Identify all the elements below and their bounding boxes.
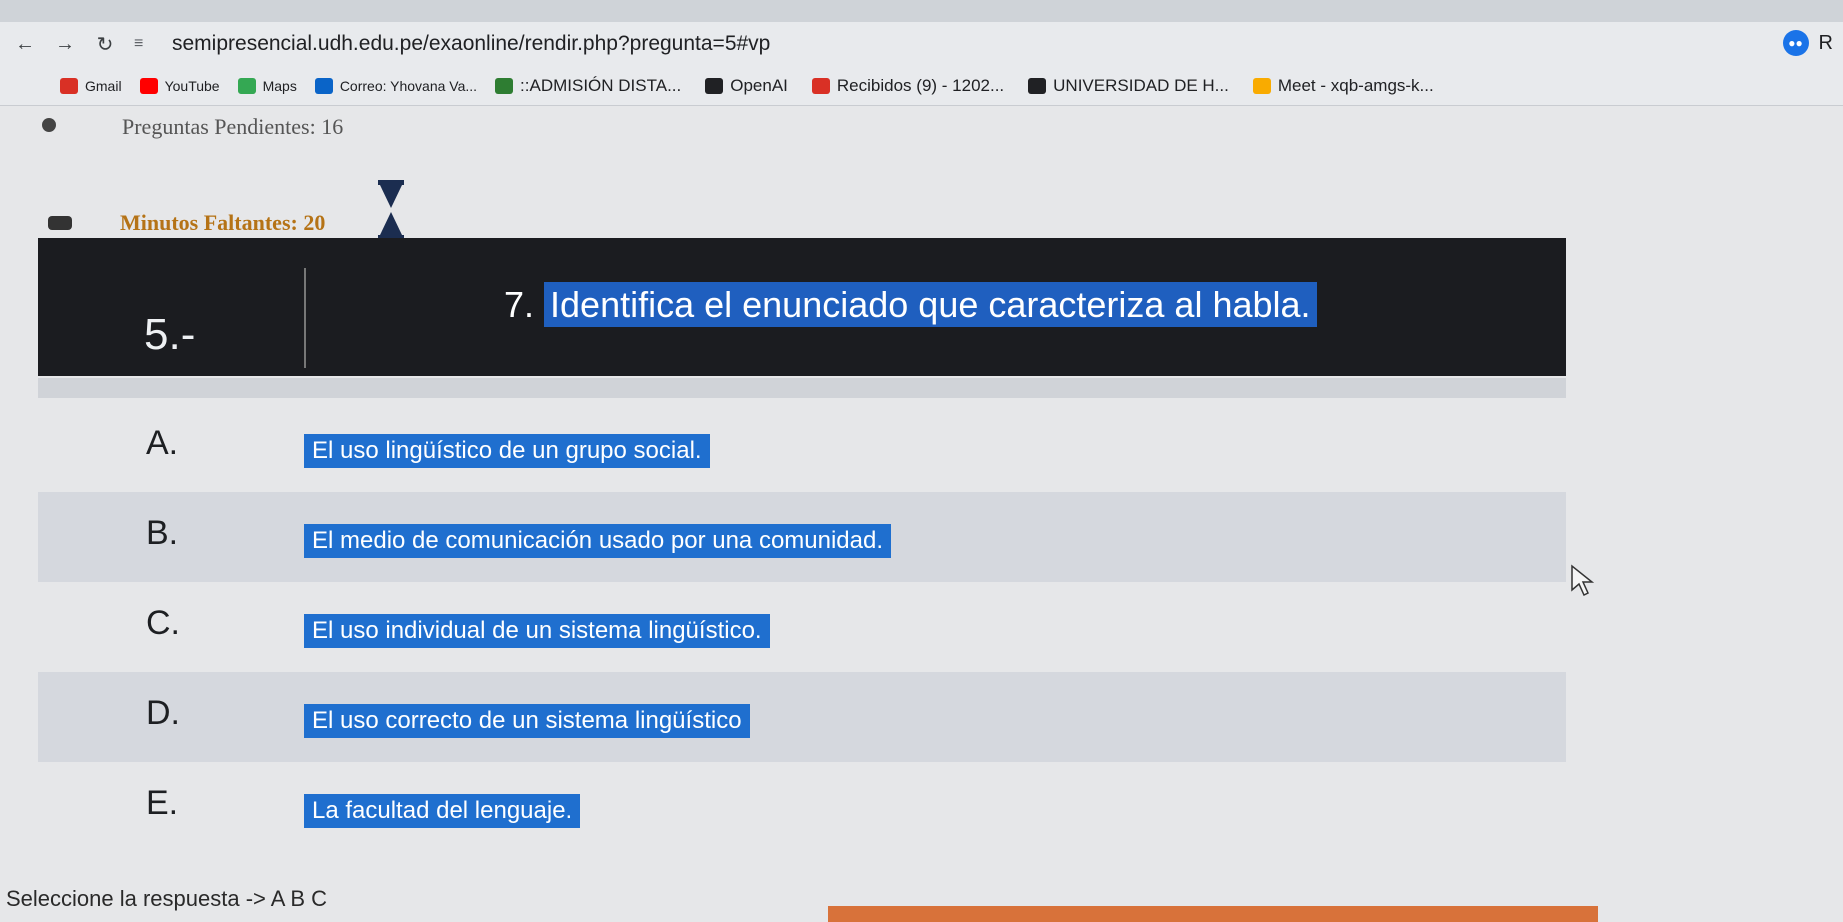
bookmark-favicon-icon <box>705 77 724 94</box>
timer-badge-icon <box>48 216 72 230</box>
address-bar[interactable]: ≡ semipresencial.udh.edu.pe/exaonline/re… <box>134 28 770 60</box>
answer-option[interactable]: B. El medio de comunicación usado por una… <box>38 492 1566 582</box>
option-text: El uso lingüístico de un grupo social. <box>304 434 710 468</box>
question-text: 7. Identifica el enunciado que caracteri… <box>500 280 1327 330</box>
pending-questions: Preguntas Pendientes: 16 <box>42 114 344 140</box>
bookmark-item[interactable]: OpenAI <box>705 76 788 96</box>
bookmark-label: Correo: Yhovana Va... <box>339 77 478 94</box>
option-text: El uso individual de un sistema lingüíst… <box>304 614 770 648</box>
option-text: El uso correcto de un sistema lingüístic… <box>304 704 750 738</box>
profile-icon[interactable]: ●● <box>1782 30 1809 56</box>
site-info-icon[interactable]: ≡ <box>134 35 158 53</box>
tab-strip <box>0 0 1843 22</box>
answer-option[interactable]: C. El uso individual de un sistema lingüí… <box>38 582 1566 672</box>
bookmark-favicon-icon <box>495 77 514 94</box>
bookmark-label: ::ADMISIÓN DISTA... <box>520 75 682 95</box>
bookmark-favicon-icon <box>1252 77 1271 94</box>
bookmark-label: Recibidos (9) - 1202... <box>836 75 1005 95</box>
exam-page: Preguntas Pendientes: 16 Minutos Faltant… <box>0 106 1843 922</box>
url-text: semipresencial.udh.edu.pe/exaonline/rend… <box>172 32 771 55</box>
answer-option[interactable]: D. El uso correcto de un sistema lingüíst… <box>38 672 1566 762</box>
mouse-cursor-icon <box>1571 564 1595 597</box>
bookmark-item[interactable]: ::ADMISIÓN DISTA... <box>495 76 681 96</box>
reload-icon[interactable]: ↻ <box>90 29 120 59</box>
answer-option[interactable]: A. El uso lingüístico de un grupo social. <box>38 402 1566 492</box>
back-icon[interactable]: ← <box>10 29 40 59</box>
pending-icon <box>42 118 56 132</box>
option-letter: C. <box>146 604 180 642</box>
question-divider <box>38 378 1566 398</box>
bookmark-label: OpenAI <box>730 75 788 95</box>
browser-toolbar: ← → ↻ ≡ semipresencial.udh.edu.pe/exaonl… <box>0 22 1843 66</box>
toolbar-right: ●● R <box>1782 30 1833 56</box>
question-bar: 5.- 7. Identifica el enunciado que carac… <box>38 238 1566 376</box>
bookmark-label: YouTube <box>164 77 220 94</box>
hourglass-icon <box>378 180 404 240</box>
bookmarks-bar: Gmail YouTube Maps Correo: Yhovana Va...::A… <box>0 66 1843 106</box>
option-letter: A. <box>146 424 179 462</box>
submit-bar[interactable] <box>828 906 1598 922</box>
option-letter: E. <box>146 784 179 822</box>
question-number-box: 5.- <box>38 268 306 368</box>
bookmark-label: Gmail <box>85 77 122 94</box>
bookmark-item[interactable]: Correo: Yhovana Va... <box>314 77 478 94</box>
bookmark-label: Maps <box>262 77 297 94</box>
pending-label: Preguntas Pendientes: 16 <box>122 114 344 139</box>
bookmark-item[interactable]: Maps <box>237 77 297 94</box>
answer-option[interactable]: E. La facultad del lenguaje. <box>38 762 1566 852</box>
bookmark-item[interactable]: Gmail <box>60 77 122 94</box>
bookmark-item[interactable]: Recibidos (9) - 1202... <box>811 75 1005 96</box>
bookmark-favicon-icon <box>237 77 256 94</box>
bookmark-favicon-icon <box>139 77 158 94</box>
forward-icon[interactable]: → <box>50 29 80 59</box>
bookmark-item[interactable]: YouTube <box>139 77 220 94</box>
bookmark-favicon-icon <box>1028 77 1047 94</box>
bookmark-label: Meet - xqb-amgs-k... <box>1277 75 1434 95</box>
bookmark-favicon-icon <box>811 77 830 94</box>
option-text: El medio de comunicación usado por una c… <box>304 524 892 558</box>
question-highlight: Identifica el enunciado que caracteriza … <box>544 282 1317 327</box>
minutes-remaining: Minutos Faltantes: 20 <box>120 210 326 235</box>
bookmark-favicon-icon <box>60 77 78 94</box>
option-text: La facultad del lenguaje. <box>304 794 581 828</box>
bookmark-label: UNIVERSIDAD DE H... <box>1053 75 1229 95</box>
bookmark-favicon-icon <box>314 77 333 94</box>
profile-letter[interactable]: R <box>1819 32 1833 55</box>
question-prefix: 7. <box>504 284 545 325</box>
option-letter: B. <box>146 514 179 552</box>
bookmark-item[interactable]: UNIVERSIDAD DE H... <box>1028 76 1229 96</box>
option-letter: D. <box>146 694 180 732</box>
bookmark-item[interactable]: Meet - xqb-amgs-k... <box>1252 75 1434 96</box>
question-number: 5.- <box>144 310 196 359</box>
select-answer-prompt: Seleccione la respuesta -> A B C <box>6 886 328 911</box>
